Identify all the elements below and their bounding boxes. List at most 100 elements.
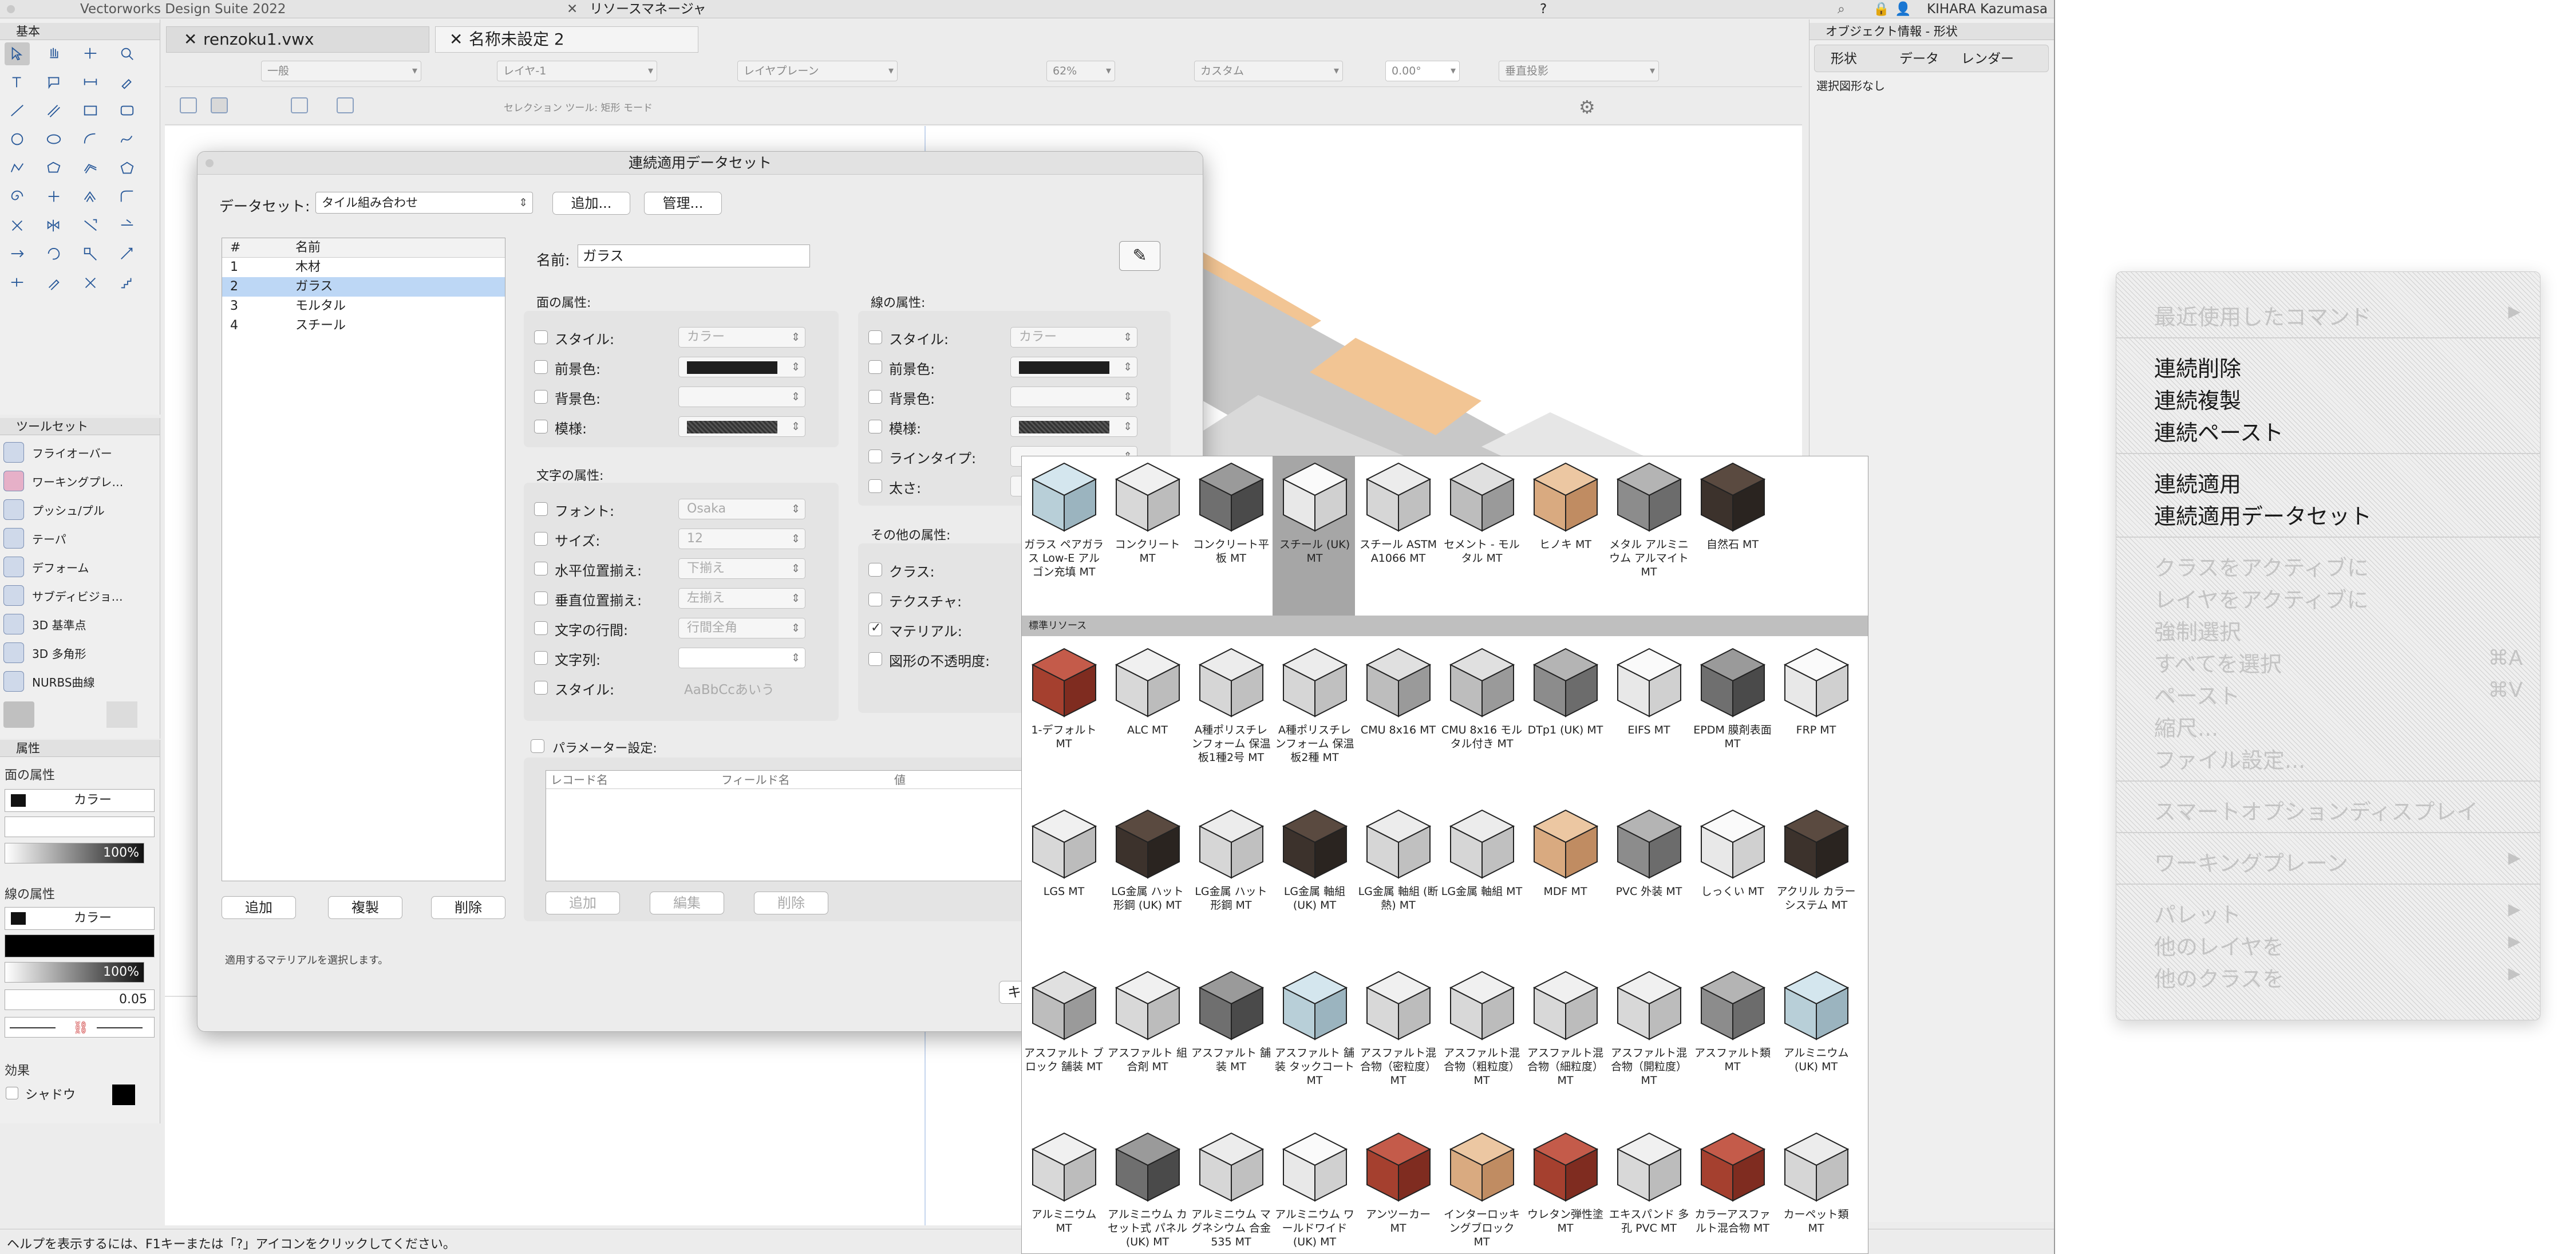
resource-tile[interactable]: アスファルト混合物（密粒度） MT xyxy=(1357,968,1439,1087)
resource-tile[interactable]: ウレタン弾性塗 MT xyxy=(1524,1130,1606,1235)
toolset-visualization-icon[interactable] xyxy=(3,701,34,728)
zoom-tool-icon[interactable] xyxy=(114,42,140,65)
eyedropper-button[interactable]: ✎ xyxy=(1119,241,1160,271)
resource-tile[interactable]: アスファルト混合物（細粒度） MT xyxy=(1524,968,1606,1087)
resource-tile[interactable]: カラーアスファルト混合物 MT xyxy=(1692,1130,1773,1235)
toolset-building-icon[interactable] xyxy=(106,701,137,728)
resource-tile[interactable]: A種ポリスチレンフォーム 保温板2種 MT xyxy=(1274,645,1356,764)
eyedropper-tool-icon[interactable] xyxy=(114,71,140,94)
resource-tile[interactable]: LG金属 ハット形鋼 MT xyxy=(1190,807,1272,912)
resource-tile[interactable]: コンクリート平板 MT xyxy=(1190,460,1272,565)
face-fill-field[interactable] xyxy=(5,817,155,837)
list-delete-button[interactable]: 削除 xyxy=(431,896,505,919)
shadow-checkbox[interactable] xyxy=(6,1087,18,1099)
plane-popup[interactable]: レイヤプレーン xyxy=(737,61,898,81)
tab-data[interactable]: データ xyxy=(1899,45,1939,73)
attr-popup[interactable]: カラー xyxy=(678,327,805,348)
param-delete-button[interactable]: 削除 xyxy=(754,892,828,914)
attr-checkbox[interactable] xyxy=(534,420,548,433)
menu-item[interactable]: レイヤをアクティブに xyxy=(2116,582,2540,614)
mirror-tool-icon[interactable] xyxy=(41,214,66,237)
stair-tool-icon[interactable] xyxy=(114,271,140,294)
zoom-popup[interactable]: 62% xyxy=(1046,61,1115,81)
resource-tile[interactable]: ヒノキ MT xyxy=(1524,460,1606,551)
param-add-button[interactable]: 追加 xyxy=(546,892,620,914)
class-popup[interactable]: 一般 xyxy=(261,61,421,81)
flyover-tool-icon[interactable] xyxy=(78,42,103,65)
attr-popup[interactable]: 行間全角 xyxy=(678,618,805,638)
attr-checkbox[interactable] xyxy=(534,651,548,665)
attr-checkbox[interactable] xyxy=(534,562,548,575)
resource-tile[interactable]: しっくい MT xyxy=(1692,807,1773,898)
attr-popup[interactable] xyxy=(678,357,805,377)
rounded-rect-tool-icon[interactable] xyxy=(114,100,140,123)
toolset-edit-icon[interactable] xyxy=(72,701,103,728)
attr-checkbox[interactable] xyxy=(868,449,882,463)
resource-tile[interactable]: アスファルト ブロック 舗装 MT xyxy=(1023,968,1105,1074)
resource-tile[interactable]: ALC MT xyxy=(1107,645,1188,737)
resource-tile[interactable]: アクリル カラーシステム MT xyxy=(1775,807,1857,912)
menu-item[interactable]: パレット ▶ xyxy=(2116,897,2540,929)
mode-icon[interactable] xyxy=(180,97,197,113)
resource-tile[interactable]: アスファルト混合物（粗粒度） MT xyxy=(1441,968,1523,1087)
resource-tile[interactable]: LG金属 軸組 (断熱) MT xyxy=(1357,807,1439,912)
doc-tab-1[interactable]: ✕ 名称未設定 2 xyxy=(435,26,698,53)
resource-tile[interactable]: スチール ASTM A1066 MT xyxy=(1357,460,1439,565)
menu-item[interactable]: ワーキングプレーン ▶ xyxy=(2116,846,2540,878)
toolset-item[interactable]: プッシュ/プル xyxy=(3,496,152,523)
attr-checkbox[interactable] xyxy=(868,330,882,344)
rotate-tool-icon[interactable] xyxy=(41,243,66,266)
resource-tile[interactable]: アスファルト 舗装 MT xyxy=(1190,968,1272,1074)
text-tool-icon[interactable] xyxy=(5,71,30,94)
resource-tile[interactable]: アルミニウム MT xyxy=(1023,1130,1105,1235)
offset-tool-icon[interactable] xyxy=(78,186,103,208)
toolset-item[interactable]: 3D 多角形 xyxy=(3,639,152,667)
attr-popup[interactable]: カラー xyxy=(1010,327,1137,348)
mode-icon[interactable] xyxy=(211,97,228,113)
menu-item[interactable]: 連続削除 xyxy=(2116,351,2540,383)
other-checkbox[interactable] xyxy=(868,593,882,606)
scale-tool-icon[interactable] xyxy=(114,243,140,266)
projection-popup[interactable]: 垂直投影 xyxy=(1499,61,1659,81)
trim-tool-icon[interactable] xyxy=(114,214,140,237)
toolset-item[interactable]: フライオーバー xyxy=(3,439,152,466)
line-weight-field[interactable]: 0.05 xyxy=(5,989,155,1010)
resource-tile[interactable]: アスファルト 組合剤 MT xyxy=(1107,968,1188,1074)
resource-tile[interactable]: LG金属 軸組 (UK) MT xyxy=(1274,807,1356,912)
resource-tile[interactable]: 1-デフォルト MT xyxy=(1023,645,1105,751)
freehand-tool-icon[interactable] xyxy=(114,128,140,151)
resource-tile[interactable]: CMU 8x16 モルタル付き MT xyxy=(1441,645,1523,751)
fillet-tool-icon[interactable] xyxy=(114,186,140,208)
face-style-row[interactable]: カラー xyxy=(5,789,155,812)
menu-item[interactable]: 縮尺... xyxy=(2116,711,2540,743)
dataset-popup[interactable]: タイル組み合わせ xyxy=(315,192,533,214)
other-checkbox[interactable] xyxy=(868,652,882,666)
tab-render[interactable]: レンダー xyxy=(1961,45,2014,73)
clip-tool-icon[interactable] xyxy=(5,214,30,237)
menu-item[interactable]: 連続複製 xyxy=(2116,383,2540,415)
attr-popup[interactable] xyxy=(678,648,805,668)
menu-item[interactable]: 最近使用したコマンド ▶ xyxy=(2116,299,2540,332)
arc-tool-icon[interactable] xyxy=(78,128,103,151)
render-popup[interactable]: カスタム xyxy=(1194,61,1343,81)
resource-tile[interactable]: DTp1 (UK) MT xyxy=(1524,645,1606,737)
attr-checkbox[interactable] xyxy=(868,479,882,493)
list-item[interactable]: 1 木材 xyxy=(222,258,505,277)
toolset-item[interactable]: デフォーム xyxy=(3,553,152,581)
resource-tile[interactable]: EIFS MT xyxy=(1608,645,1690,737)
menu-item[interactable]: スマートオプションディスプレイ xyxy=(2116,794,2540,826)
polyline-tool-icon[interactable] xyxy=(5,157,30,180)
rectangle-tool-icon[interactable] xyxy=(78,100,103,123)
resource-tile[interactable]: アルミニウム (UK) MT xyxy=(1775,968,1857,1074)
resource-tile[interactable]: LGS MT xyxy=(1023,807,1105,898)
2d-locus-tool-icon[interactable] xyxy=(41,186,66,208)
attr-popup[interactable]: 左揃え xyxy=(678,588,805,609)
resource-tile[interactable]: エキスパンド 多孔 PVC MT xyxy=(1608,1130,1690,1235)
resource-tile[interactable]: CMU 8x16 MT xyxy=(1357,645,1439,737)
attr-checkbox[interactable] xyxy=(534,360,548,374)
selection-tool-icon[interactable] xyxy=(5,42,30,65)
list-item[interactable]: 2 ガラス xyxy=(222,277,505,297)
resize-tool-icon[interactable] xyxy=(78,243,103,266)
attr-popup[interactable] xyxy=(1010,357,1137,377)
pan-tool-icon[interactable] xyxy=(41,42,66,65)
